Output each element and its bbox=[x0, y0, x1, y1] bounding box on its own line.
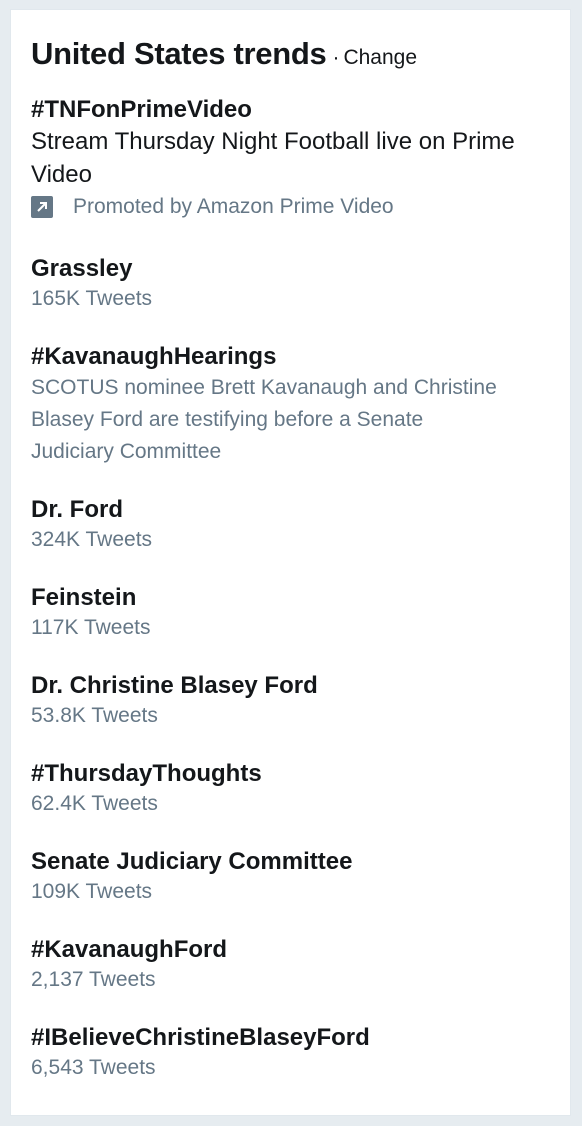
trend-item[interactable]: #IBelieveChristineBlaseyFord 6,543 Tweet… bbox=[31, 1023, 551, 1083]
tweet-count: 117K Tweets bbox=[31, 616, 151, 639]
trends-header: United States trends · Change bbox=[31, 36, 417, 72]
trend-item[interactable]: Senate Judiciary Committee 109K Tweets bbox=[31, 847, 551, 907]
trend-name: #KavanaughHearings bbox=[31, 343, 277, 370]
tweet-count: 109K Tweets bbox=[31, 880, 153, 903]
tweet-count: 62.4K Tweets bbox=[31, 792, 158, 815]
promoted-by-text: Promoted by Amazon Prime Video bbox=[73, 195, 394, 218]
trend-item[interactable]: Dr. Ford 324K Tweets bbox=[31, 495, 551, 555]
tweet-count: 53.8K Tweets bbox=[31, 704, 158, 727]
trend-name: #IBelieveChristineBlaseyFord bbox=[31, 1024, 370, 1051]
trend-name: Feinstein bbox=[31, 584, 137, 611]
trend-name: #TNFonPrimeVideo bbox=[31, 96, 252, 123]
tweet-count: 165K Tweets bbox=[31, 287, 153, 310]
tweet-count: 2,137 Tweets bbox=[31, 968, 156, 991]
trend-item[interactable]: #ThursdayThoughts 62.4K Tweets bbox=[31, 759, 551, 819]
trend-description: SCOTUS nominee Brett Kavanaugh and Chris… bbox=[31, 376, 497, 463]
trend-name: #ThursdayThoughts bbox=[31, 760, 262, 787]
tweet-count: 324K Tweets bbox=[31, 528, 153, 551]
promoted-arrow-icon bbox=[31, 196, 53, 218]
header-separator: · bbox=[332, 46, 340, 69]
trend-name: Dr. Christine Blasey Ford bbox=[31, 672, 318, 699]
trend-item[interactable]: Feinstein 117K Tweets bbox=[31, 583, 551, 643]
trends-title: United States trends bbox=[31, 36, 327, 71]
tweet-count: 6,543 Tweets bbox=[31, 1056, 156, 1079]
trend-name: #KavanaughFord bbox=[31, 936, 228, 963]
change-location-link[interactable]: Change bbox=[343, 46, 417, 69]
trend-name: Dr. Ford bbox=[31, 496, 124, 523]
trend-item[interactable]: #KavanaughHearings SCOTUS nominee Brett … bbox=[31, 342, 551, 468]
trend-name: Grassley bbox=[31, 255, 133, 282]
trend-item[interactable]: Grassley 165K Tweets bbox=[31, 254, 551, 314]
promoted-trend[interactable]: #TNFonPrimeVideo Stream Thursday Night F… bbox=[31, 95, 551, 223]
trend-description: Stream Thursday Night Football live on P… bbox=[31, 128, 515, 188]
trend-item[interactable]: Dr. Christine Blasey Ford 53.8K Tweets bbox=[31, 671, 551, 731]
trend-item[interactable]: #KavanaughFord 2,137 Tweets bbox=[31, 935, 551, 995]
promoted-label[interactable]: Promoted by Amazon Prime Video bbox=[31, 191, 551, 223]
trends-panel: United States trends · Change #TNFonPrimeV… bbox=[10, 9, 571, 1116]
trend-name: Senate Judiciary Committee bbox=[31, 848, 353, 875]
